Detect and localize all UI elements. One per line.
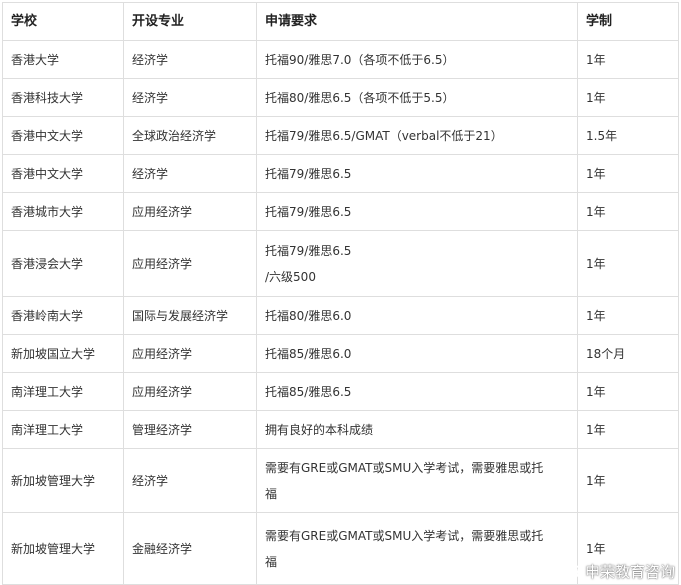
header-school: 学校 xyxy=(2,2,124,41)
school-cell: 新加坡管理大学 xyxy=(2,448,124,513)
requirements-line: 托福85/雅思6.5 xyxy=(265,384,352,399)
requirements-line: 需要有GRE或GMAT或SMU入学考试，需要雅思或托 xyxy=(265,528,544,543)
requirements-cell: 托福85/雅思6.5 xyxy=(256,372,578,411)
school-cell: 香港中文大学 xyxy=(2,116,124,155)
requirements-cell: 托福79/雅思6.5/GMAT（verbal不低于21） xyxy=(256,116,578,155)
major-cell: 经济学 xyxy=(123,40,257,79)
duration-cell: 1年 xyxy=(577,154,679,193)
universities-table: 学校 开设专业 申请要求 学制 香港大学 经济学 托福90/雅思7.0（各项不低… xyxy=(2,2,679,585)
duration-cell: 1年 xyxy=(577,372,679,411)
requirements-line: 托福85/雅思6.0 xyxy=(265,346,352,361)
table-row: 香港浸会大学 应用经济学 托福79/雅思6.5 /六级500 1年 xyxy=(2,230,679,297)
watermark: 申荣教育咨询 xyxy=(561,560,675,582)
major-cell: 应用经济学 xyxy=(123,372,257,411)
school-cell: 香港中文大学 xyxy=(2,154,124,193)
school-cell: 新加坡国立大学 xyxy=(2,334,124,373)
major-cell: 经济学 xyxy=(123,78,257,117)
requirements-line: 托福79/雅思6.5/GMAT（verbal不低于21） xyxy=(265,128,503,143)
requirements-cell: 托福90/雅思7.0（各项不低于6.5） xyxy=(256,40,578,79)
school-cell: 南洋理工大学 xyxy=(2,410,124,449)
major-cell: 经济学 xyxy=(123,154,257,193)
header-row: 学校 开设专业 申请要求 学制 xyxy=(2,2,679,41)
table-row: 香港大学 经济学 托福90/雅思7.0（各项不低于6.5） 1年 xyxy=(2,40,679,79)
major-cell: 应用经济学 xyxy=(123,334,257,373)
requirements-cell: 托福85/雅思6.0 xyxy=(256,334,578,373)
requirements-line: 需要有GRE或GMAT或SMU入学考试，需要雅思或托 xyxy=(265,460,544,475)
requirements-cell: 需要有GRE或GMAT或SMU入学考试，需要雅思或托 福 xyxy=(256,448,578,513)
major-cell: 应用经济学 xyxy=(123,230,257,297)
table-row: 香港科技大学 经济学 托福80/雅思6.5（各项不低于5.5） 1年 xyxy=(2,78,679,117)
requirements-cell: 托福80/雅思6.5（各项不低于5.5） xyxy=(256,78,578,117)
duration-cell: 1年 xyxy=(577,410,679,449)
duration-cell: 18个月 xyxy=(577,334,679,373)
requirements-line: 福 xyxy=(265,554,278,569)
requirements-cell: 托福79/雅思6.5 /六级500 xyxy=(256,230,578,297)
table-row: 香港岭南大学 国际与发展经济学 托福80/雅思6.0 1年 xyxy=(2,296,679,335)
major-cell: 经济学 xyxy=(123,448,257,513)
major-cell: 金融经济学 xyxy=(123,512,257,585)
duration-cell: 1.5年 xyxy=(577,116,679,155)
major-cell: 全球政治经济学 xyxy=(123,116,257,155)
duration-cell: 1年 xyxy=(577,192,679,231)
school-cell: 新加坡管理大学 xyxy=(2,512,124,585)
duration-cell: 1年 xyxy=(577,78,679,117)
school-cell: 香港浸会大学 xyxy=(2,230,124,297)
table-row: 新加坡国立大学 应用经济学 托福85/雅思6.0 18个月 xyxy=(2,334,679,373)
requirements-cell: 拥有良好的本科成绩 xyxy=(256,410,578,449)
school-cell: 香港科技大学 xyxy=(2,78,124,117)
school-cell: 香港岭南大学 xyxy=(2,296,124,335)
table-row: 新加坡管理大学 经济学 需要有GRE或GMAT或SMU入学考试，需要雅思或托 福… xyxy=(2,448,679,513)
major-cell: 国际与发展经济学 xyxy=(123,296,257,335)
table-row: 香港中文大学 经济学 托福79/雅思6.5 1年 xyxy=(2,154,679,193)
table-row: 南洋理工大学 管理经济学 拥有良好的本科成绩 1年 xyxy=(2,410,679,449)
requirements-line: 托福79/雅思6.5 xyxy=(265,243,352,258)
requirements-line: /六级500 xyxy=(265,269,316,284)
school-cell: 南洋理工大学 xyxy=(2,372,124,411)
watermark-text: 申荣教育咨询 xyxy=(584,562,675,581)
requirements-cell: 托福79/雅思6.5 xyxy=(256,154,578,193)
school-cell: 香港城市大学 xyxy=(2,192,124,231)
duration-cell: 1年 xyxy=(577,448,679,513)
table-row: 香港城市大学 应用经济学 托福79/雅思6.5 1年 xyxy=(2,192,679,231)
header-duration: 学制 xyxy=(577,2,679,41)
requirements-line: 托福79/雅思6.5 xyxy=(265,166,352,181)
header-requirements: 申请要求 xyxy=(256,2,578,41)
table-row: 南洋理工大学 应用经济学 托福85/雅思6.5 1年 xyxy=(2,372,679,411)
requirements-line: 托福80/雅思6.0 xyxy=(265,308,352,323)
table-row: 香港中文大学 全球政治经济学 托福79/雅思6.5/GMAT（verbal不低于… xyxy=(2,116,679,155)
requirements-line: 拥有良好的本科成绩 xyxy=(265,422,374,437)
requirements-line: 福 xyxy=(265,486,278,501)
major-cell: 管理经济学 xyxy=(123,410,257,449)
requirements-cell: 托福80/雅思6.0 xyxy=(256,296,578,335)
requirements-line: 托福90/雅思7.0（各项不低于6.5） xyxy=(265,52,455,67)
requirements-line: 托福80/雅思6.5（各项不低于5.5） xyxy=(265,90,455,105)
weibo-icon xyxy=(561,563,581,580)
duration-cell: 1年 xyxy=(577,40,679,79)
school-cell: 香港大学 xyxy=(2,40,124,79)
duration-cell: 1年 xyxy=(577,296,679,335)
header-major: 开设专业 xyxy=(123,2,257,41)
duration-cell: 1年 xyxy=(577,230,679,297)
requirements-cell: 需要有GRE或GMAT或SMU入学考试，需要雅思或托 福 xyxy=(256,512,578,585)
requirements-line: 托福79/雅思6.5 xyxy=(265,204,352,219)
requirements-cell: 托福79/雅思6.5 xyxy=(256,192,578,231)
major-cell: 应用经济学 xyxy=(123,192,257,231)
